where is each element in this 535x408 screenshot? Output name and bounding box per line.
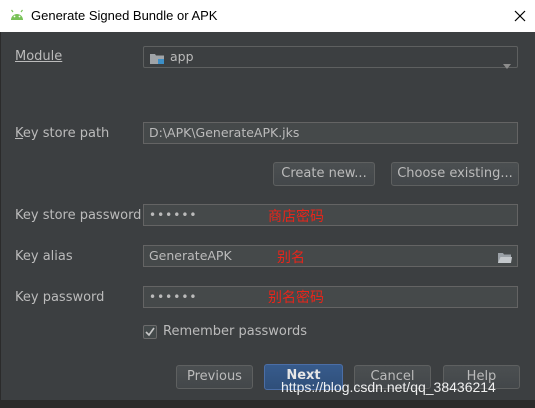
folder-icon[interactable]	[498, 250, 512, 270]
keystore-path-input[interactable]: D:\APK\GenerateAPK.jks	[143, 122, 518, 144]
watermark-text: https://blog.csdn.net/qq_38436214	[281, 379, 496, 395]
remember-passwords-checkbox[interactable]	[143, 325, 157, 339]
module-label: Module	[15, 49, 62, 64]
keystore-path-value: D:\APK\GenerateAPK.jks	[149, 125, 300, 140]
close-icon[interactable]	[509, 6, 531, 26]
create-new-label: Create new...	[281, 166, 367, 181]
key-password-value: ••••••	[149, 290, 198, 304]
title-bar: Generate Signed Bundle or APK	[0, 0, 535, 32]
choose-existing-label: Choose existing...	[397, 166, 513, 181]
chevron-down-icon	[503, 55, 511, 75]
keystore-password-label: Key store password	[15, 208, 142, 223]
window-title: Generate Signed Bundle or APK	[31, 8, 218, 23]
keystore-password-input[interactable]: ••••••	[143, 204, 518, 226]
previous-label: Previous	[187, 369, 242, 384]
key-alias-label: Key alias	[15, 249, 73, 264]
module-select[interactable]: app	[143, 46, 518, 71]
key-alias-note: 别名	[277, 250, 305, 266]
keystore-path-label-rest: ey store path	[22, 126, 110, 141]
keystore-path-label-k: K	[15, 126, 23, 141]
remember-passwords-label: Remember passwords	[163, 324, 307, 339]
previous-button[interactable]: Previous	[176, 365, 253, 389]
module-folder-icon	[150, 51, 166, 71]
key-password-note: 别名密码	[268, 290, 324, 306]
window-border	[0, 32, 1, 408]
keystore-path-label: Key store path	[15, 126, 109, 141]
key-alias-input[interactable]: GenerateAPK	[143, 245, 518, 267]
android-icon	[9, 8, 25, 26]
keystore-password-note: 商店密码	[268, 209, 324, 225]
window-bottom-edge	[0, 400, 535, 408]
module-label-text: Module	[15, 49, 63, 64]
module-value: app	[170, 49, 194, 64]
checkmark-icon	[145, 327, 155, 337]
keystore-password-value: ••••••	[149, 208, 198, 222]
key-alias-value: GenerateAPK	[149, 248, 232, 263]
key-password-input[interactable]: ••••••	[143, 286, 518, 308]
key-password-label: Key password	[15, 290, 105, 305]
choose-existing-button[interactable]: Choose existing...	[391, 162, 519, 186]
create-new-button[interactable]: Create new...	[273, 162, 375, 186]
